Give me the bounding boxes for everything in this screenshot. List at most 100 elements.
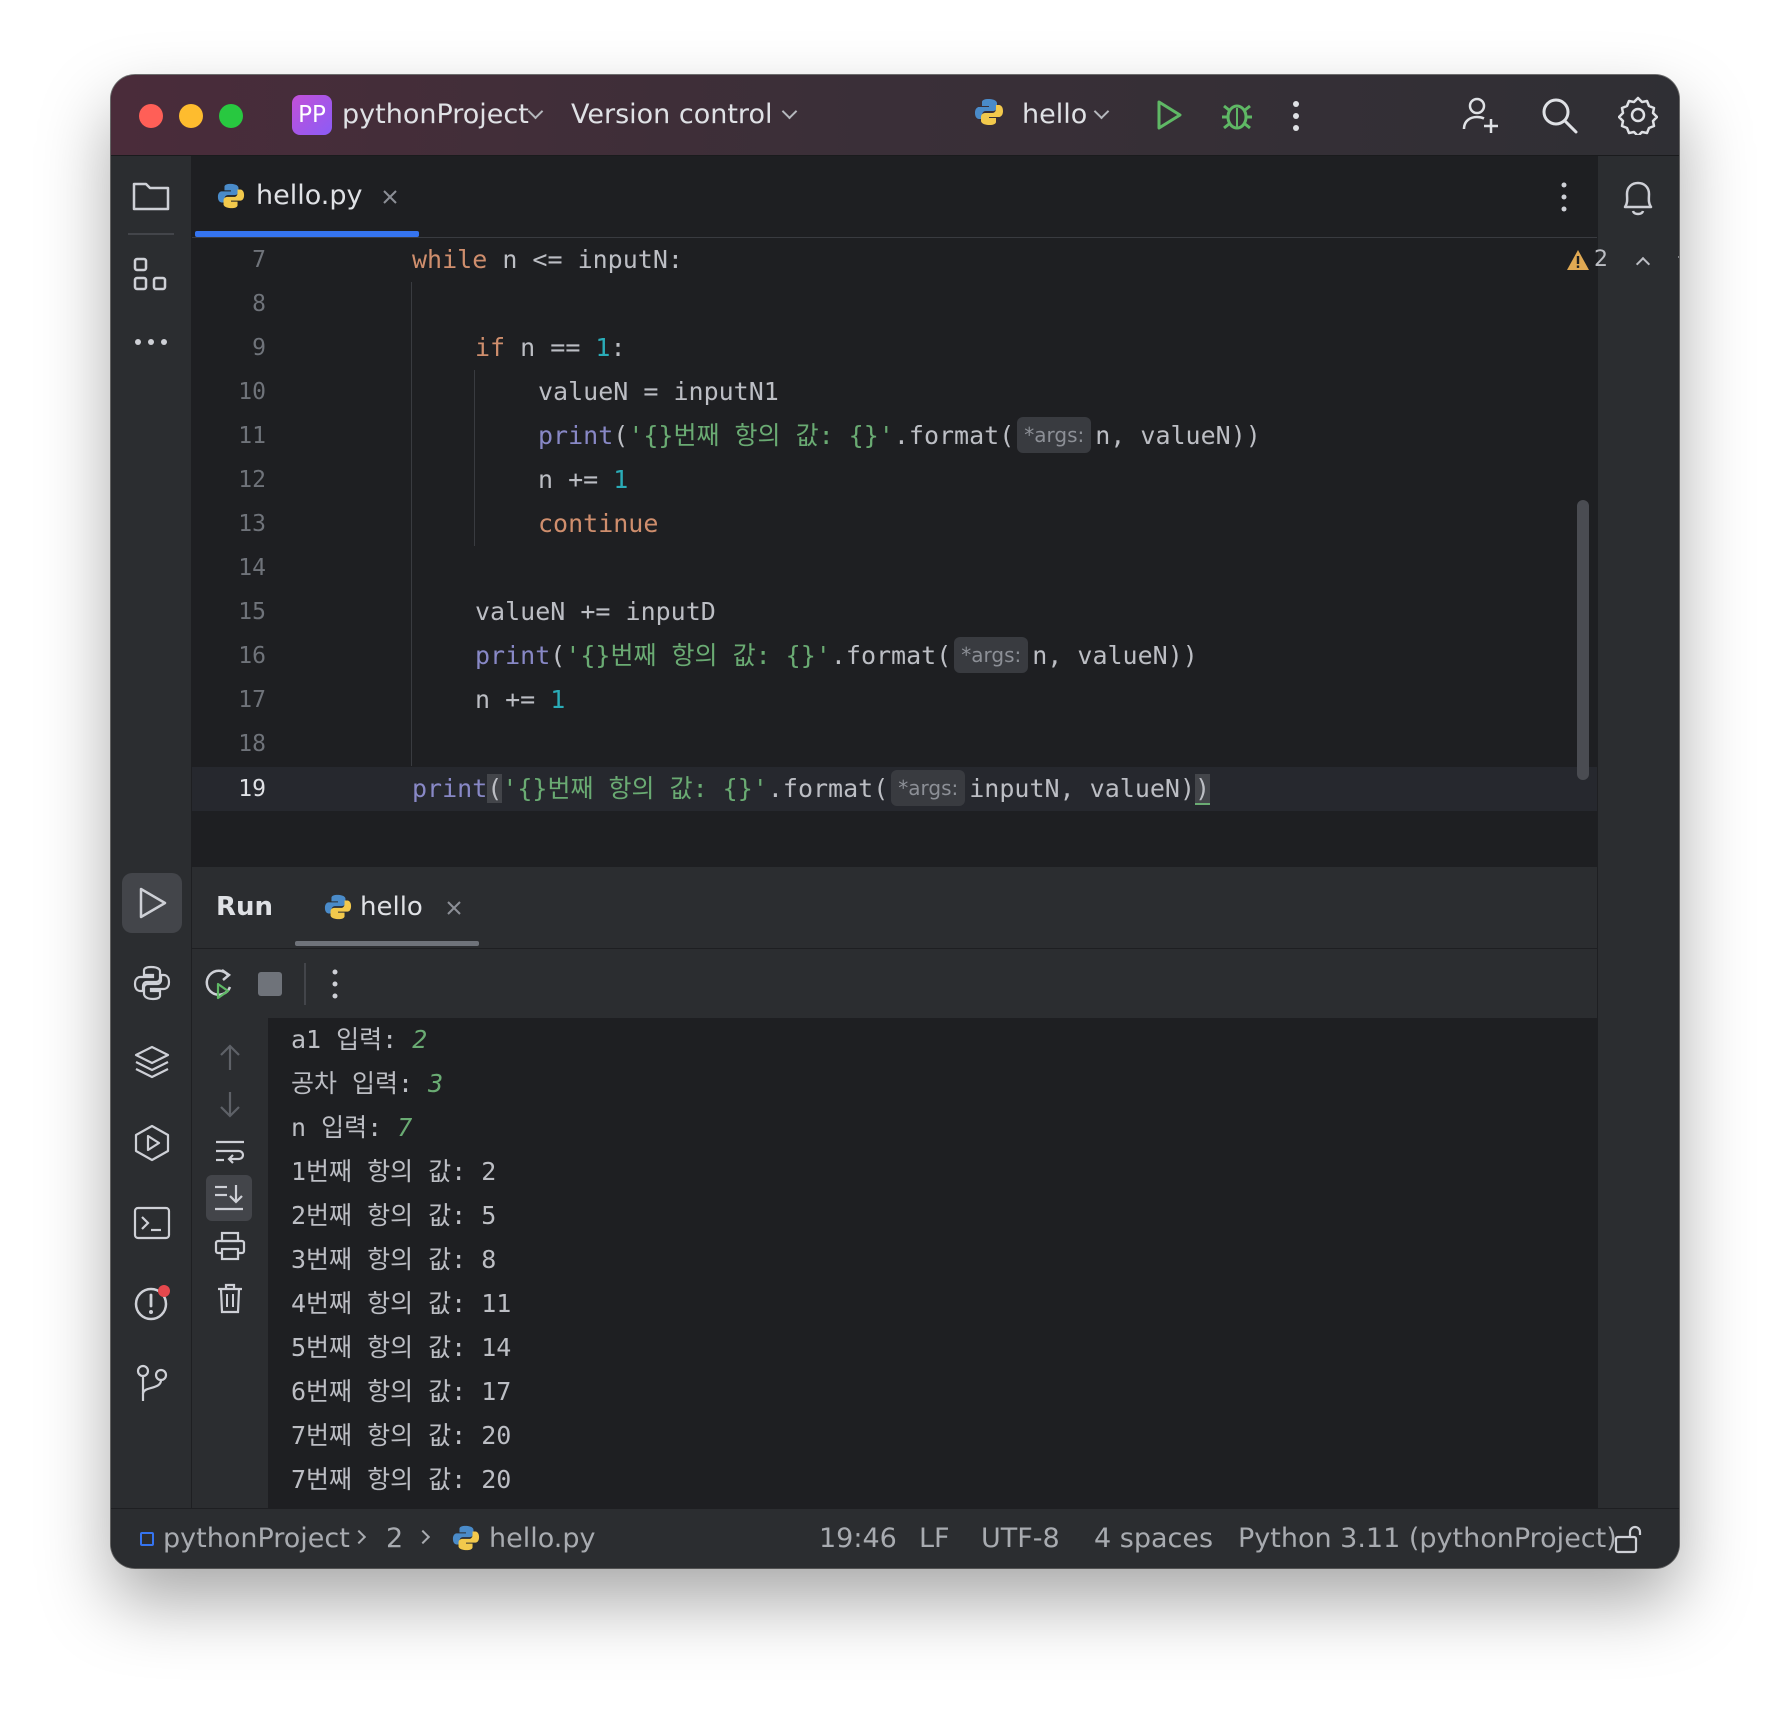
print-icon[interactable] [214,1231,246,1261]
minimize-window-button[interactable] [179,104,203,128]
code-line-7: while n <= inputN: [412,245,683,274]
git-icon[interactable] [135,1364,169,1404]
run-config-selector[interactable]: hello [1022,97,1087,133]
indent-guide [411,282,412,766]
line-number: 18 [238,731,266,757]
run-icon[interactable] [1154,99,1184,131]
line-number: 10 [238,379,266,405]
console-line: 4번째 항의 값: 11 [291,1289,512,1318]
chevron-down-icon[interactable] [527,103,544,120]
close-icon[interactable] [381,188,399,206]
warning-icon[interactable] [1566,249,1590,271]
line-number: 19 [238,776,266,802]
chevron-down-icon[interactable] [1093,103,1110,120]
code-line-15: valueN += inputD [475,597,716,626]
code-line-13: continue [538,509,659,538]
scroll-down-icon[interactable] [218,1089,242,1119]
terminal-icon[interactable] [133,1205,171,1241]
rerun-icon[interactable] [202,966,236,1000]
right-tool-strip [1597,156,1679,1568]
breadcrumb-project[interactable]: pythonProject [163,1521,350,1557]
code-editor[interactable]: 7 8 9 10 11 12 13 14 15 16 17 18 19 whil… [192,238,1679,818]
code-line-11: print('{}번째 항의 값: {}'.format(*args: n, va… [538,414,1261,458]
scroll-up-icon[interactable] [218,1043,242,1073]
layers-icon[interactable] [133,1044,171,1082]
line-number: 8 [252,291,266,317]
indent-setting[interactable]: 4 spaces [1094,1521,1213,1557]
lock-icon[interactable] [1613,1523,1643,1555]
close-window-button[interactable] [139,104,163,128]
stop-icon[interactable] [258,972,282,996]
editor-tab-hello-py[interactable]: hello.py [256,178,362,214]
more-icon[interactable] [133,336,169,348]
maximize-window-button[interactable] [219,104,243,128]
status-bar: pythonProject 2 hello.py 19:46 LF UTF-8 … [111,1508,1679,1568]
cursor-position[interactable]: 19:46 [819,1521,897,1557]
console-line: 5번째 항의 값: 14 [291,1333,512,1362]
more-icon[interactable] [330,967,340,1001]
run-toolbar [192,949,1597,1018]
add-user-icon[interactable] [1461,95,1501,135]
trash-icon[interactable] [216,1282,244,1314]
console-line: 7번째 항의 값: 20 [291,1465,512,1494]
line-number: 13 [238,511,266,537]
code-line-19: print('{}번째 항의 값: {}'.format(*args: input… [412,767,1211,811]
close-icon[interactable] [445,899,463,917]
console-line: 3번째 항의 값: 8 [291,1245,497,1274]
active-tab-indicator [195,231,419,237]
python-file-icon [217,183,245,209]
file-encoding[interactable]: UTF-8 [981,1521,1060,1557]
breadcrumb-folder[interactable]: 2 [386,1521,403,1557]
python-file-icon [452,1525,480,1551]
problems-icon[interactable] [133,1283,173,1323]
console-line: 공차 입력: 3 [291,1069,444,1098]
folder-icon[interactable] [132,178,170,212]
editor-tab-bar: hello.py [192,156,1597,238]
line-number: 14 [238,555,266,581]
python-console-icon[interactable] [133,964,171,1002]
run-tab-hello[interactable]: hello [360,889,423,925]
parameter-hint: *args: [1017,417,1092,453]
line-number: 16 [238,643,266,669]
vcs-selector[interactable]: Version control [571,97,772,133]
left-tool-strip [111,156,192,1568]
code-line-9: if n == 1: [475,333,626,362]
more-icon[interactable] [1290,99,1302,133]
chevron-right-icon [415,1529,431,1545]
services-icon[interactable] [133,1124,171,1162]
run-console-output[interactable]: a1 입력: 2 공차 입력: 3 n 입력: 7 1번째 항의 값: 2 2번… [268,1018,1597,1508]
bell-icon[interactable] [1619,178,1657,218]
search-icon[interactable] [1539,95,1579,135]
project-selector[interactable]: pythonProject [342,97,529,133]
line-number: 11 [238,423,266,449]
code-line-12: n += 1 [538,465,629,494]
python-interpreter[interactable]: Python 3.11 (pythonProject) [1238,1521,1617,1557]
breadcrumb-file[interactable]: hello.py [489,1521,595,1557]
line-separator[interactable]: LF [919,1521,950,1557]
settings-icon[interactable] [1618,95,1658,135]
chevron-down-icon[interactable] [781,103,798,120]
line-number: 12 [238,467,266,493]
run-panel-header: Run hello [192,867,1597,949]
code-line-17: n += 1 [475,685,566,714]
run-panel-title: Run [216,892,274,922]
more-icon[interactable] [1559,180,1569,214]
warning-count[interactable]: 2 [1594,242,1608,278]
code-line-10: valueN = inputN1 [538,377,779,406]
module-icon [140,1532,154,1546]
parameter-hint: *args: [954,637,1029,673]
console-side-toolbar [192,1018,268,1508]
line-number: 7 [252,247,266,273]
editor-scrollbar[interactable] [1577,500,1589,780]
scroll-to-end-icon[interactable] [213,1182,245,1214]
debug-icon[interactable] [1219,97,1255,133]
line-number: 9 [252,335,266,361]
chevron-right-icon [351,1529,367,1545]
console-line: 1번째 항의 값: 2 [291,1157,497,1186]
python-file-icon [324,894,352,920]
run-icon[interactable] [137,886,169,920]
structure-icon[interactable] [133,257,169,293]
soft-wrap-icon[interactable] [214,1137,246,1167]
indent-guide [474,370,475,546]
project-badge[interactable]: PP [292,95,332,135]
